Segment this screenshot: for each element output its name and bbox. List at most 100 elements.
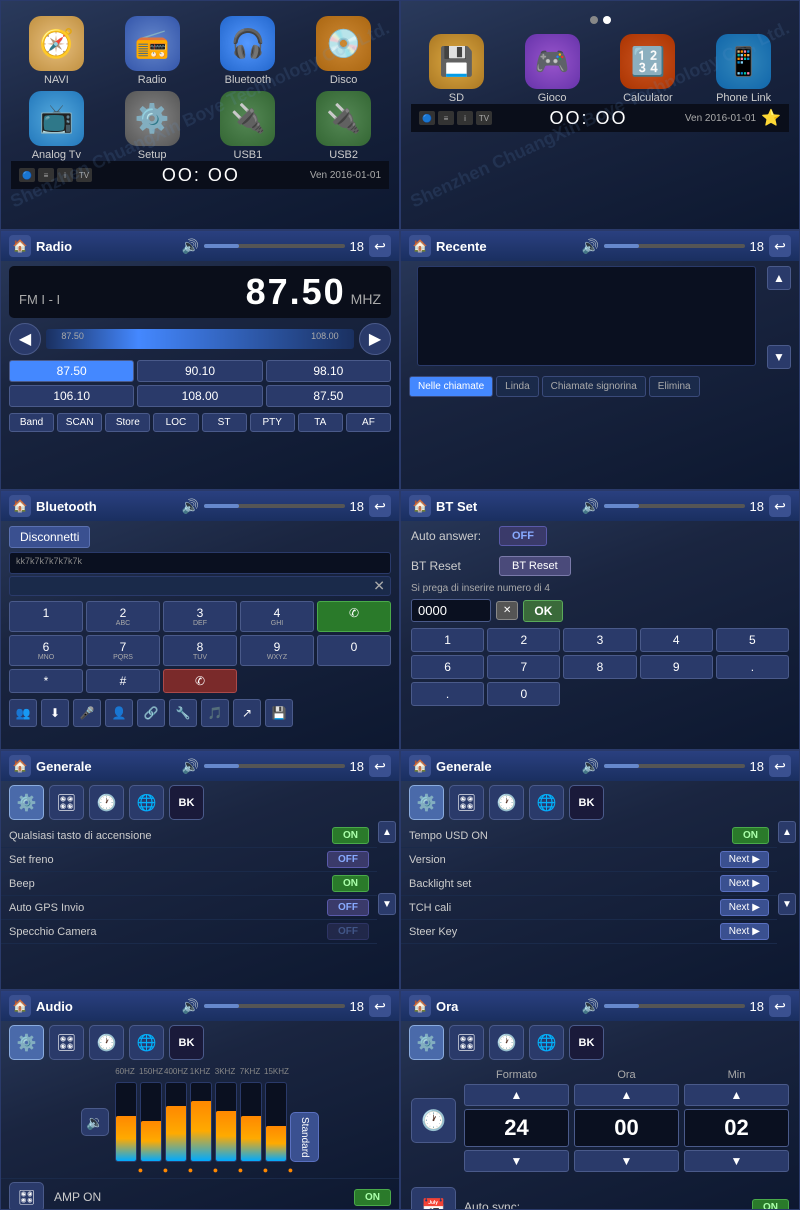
- eq-bar-60[interactable]: [115, 1082, 137, 1162]
- btset-num-6[interactable]: 6: [411, 655, 484, 679]
- bt-action-music[interactable]: 🎵: [201, 699, 229, 727]
- tab-icon-clock-r[interactable]: 🕐: [489, 785, 524, 820]
- pin-clear-btn[interactable]: ✕: [496, 601, 518, 620]
- ora-hora-down[interactable]: ▼: [574, 1150, 679, 1172]
- radio-st-btn[interactable]: ST: [202, 413, 247, 432]
- eq-bar-1k[interactable]: [190, 1082, 212, 1162]
- app-calculator[interactable]: 🔢 Calculator: [603, 34, 694, 104]
- setting-next-r4[interactable]: Next ▶: [720, 923, 769, 940]
- ora-hora-up[interactable]: ▲: [574, 1084, 679, 1106]
- bt-key-1[interactable]: 1: [9, 601, 83, 632]
- bt-action-wrench[interactable]: 🔧: [169, 699, 197, 727]
- btset-num-9[interactable]: 9: [640, 655, 713, 679]
- tab-icon-eq[interactable]: 🎛: [49, 785, 84, 820]
- bt-action-download[interactable]: ⬇: [41, 699, 69, 727]
- radio-scan-btn[interactable]: SCAN: [57, 413, 102, 432]
- recente-scroll-up[interactable]: ▲: [767, 266, 791, 290]
- bt-disconnect-btn[interactable]: Disconnetti: [9, 526, 90, 548]
- tab-icon-clock[interactable]: 🕐: [89, 785, 124, 820]
- radio-band-btn[interactable]: Band: [9, 413, 54, 432]
- bt-key-3[interactable]: 3DEF: [163, 601, 237, 632]
- btset-back-btn[interactable]: ↩: [769, 495, 791, 517]
- bt-action-arrow[interactable]: ↗: [233, 699, 261, 727]
- preset-3[interactable]: 98.10: [266, 360, 391, 382]
- audio-tab-gear[interactable]: ⚙️: [9, 1025, 44, 1060]
- generale-r-scroll-down[interactable]: ▼: [778, 893, 796, 915]
- bt-action-mic[interactable]: 🎤: [73, 699, 101, 727]
- ora-tab-clock[interactable]: 🕐: [489, 1025, 524, 1060]
- ora-formato-up[interactable]: ▲: [464, 1084, 569, 1106]
- pin-ok-btn[interactable]: OK: [523, 600, 563, 622]
- bt-key-hash[interactable]: #: [86, 669, 160, 693]
- eq-bar-400[interactable]: [165, 1082, 187, 1162]
- tune-next-btn[interactable]: ▶: [359, 323, 391, 355]
- ora-tab-gear[interactable]: ⚙️: [409, 1025, 444, 1060]
- audio-volume-slider[interactable]: [204, 1004, 345, 1008]
- app-usb2[interactable]: 🔌 USB2: [298, 91, 389, 161]
- btset-num-5[interactable]: 5: [716, 628, 789, 652]
- tab-icon-gear[interactable]: ⚙️: [9, 785, 44, 820]
- bt-key-9[interactable]: 9WXYZ: [240, 635, 314, 666]
- app-tv[interactable]: 📺 Analog Tv: [11, 91, 102, 161]
- ora-back-btn[interactable]: ↩: [769, 995, 791, 1017]
- btset-auto-answer-toggle[interactable]: OFF: [499, 526, 547, 546]
- eq-bar-15k[interactable]: [265, 1082, 287, 1162]
- audio-back-btn[interactable]: ↩: [369, 995, 391, 1017]
- generale-r-scroll-up[interactable]: ▲: [778, 821, 796, 843]
- radio-loc-btn[interactable]: LOC: [153, 413, 198, 432]
- radio-volume-slider[interactable]: [204, 244, 345, 248]
- radio-back-btn[interactable]: ↩: [369, 235, 391, 257]
- bt-key-6[interactable]: 6MNO: [9, 635, 83, 666]
- bt-home-btn[interactable]: 🏠: [9, 495, 31, 517]
- btset-volume-slider[interactable]: [604, 504, 745, 508]
- eq-volume-icon[interactable]: 🔉: [81, 1108, 109, 1136]
- preset-1[interactable]: 87.50: [9, 360, 134, 382]
- btset-num-dot[interactable]: .: [716, 655, 789, 679]
- preset-5[interactable]: 108.00: [137, 385, 262, 407]
- bt-key-7[interactable]: 7PQRS: [86, 635, 160, 666]
- bt-clear-icon[interactable]: ✕: [373, 578, 385, 595]
- bt-action-person[interactable]: 👤: [105, 699, 133, 727]
- bt-key-star[interactable]: *: [9, 669, 83, 693]
- radio-store-btn[interactable]: Store: [105, 413, 150, 432]
- btset-num-3[interactable]: 3: [563, 628, 636, 652]
- setting-toggle-0[interactable]: ON: [332, 827, 369, 844]
- generale-right-home-btn[interactable]: 🏠: [409, 755, 431, 777]
- btset-num-2[interactable]: 2: [487, 628, 560, 652]
- radio-af-btn[interactable]: AF: [346, 413, 391, 432]
- ora-formato-down[interactable]: ▼: [464, 1150, 569, 1172]
- tuner-bar[interactable]: 87.50 108.00: [46, 329, 354, 349]
- generale-left-home-btn[interactable]: 🏠: [9, 755, 31, 777]
- generale-left-volume-slider[interactable]: [204, 764, 345, 768]
- audio-tab-bk[interactable]: BK: [169, 1025, 204, 1060]
- setting-next-r3[interactable]: Next ▶: [720, 899, 769, 916]
- ora-tab-bk[interactable]: BK: [569, 1025, 604, 1060]
- ora-auto-sync-toggle[interactable]: ON: [752, 1199, 789, 1210]
- audio-tab-globe[interactable]: 🌐: [129, 1025, 164, 1060]
- preset-2[interactable]: 90.10: [137, 360, 262, 382]
- app-gioco[interactable]: 🎮 Gioco: [507, 34, 598, 104]
- app-phonelink[interactable]: 📱 Phone Link: [698, 34, 789, 104]
- bt-action-link[interactable]: 🔗: [137, 699, 165, 727]
- btset-num-dot2[interactable]: .: [411, 682, 484, 706]
- generale-scroll-down[interactable]: ▼: [378, 893, 396, 915]
- btset-num-4[interactable]: 4: [640, 628, 713, 652]
- bt-key-0[interactable]: 0: [317, 635, 391, 666]
- eq-bar-3k[interactable]: [215, 1082, 237, 1162]
- generale-right-volume-slider[interactable]: [604, 764, 745, 768]
- generale-scroll-up[interactable]: ▲: [378, 821, 396, 843]
- tab-icon-bk-r[interactable]: BK: [569, 785, 604, 820]
- bt-key-call[interactable]: ✆: [317, 601, 391, 632]
- audio-tab-eq[interactable]: 🎛: [49, 1025, 84, 1060]
- tab-nelle-chiamate[interactable]: Nelle chiamate: [409, 376, 493, 397]
- setting-toggle-3[interactable]: OFF: [327, 899, 369, 916]
- setting-toggle-1[interactable]: OFF: [327, 851, 369, 868]
- pin-input[interactable]: [411, 599, 491, 622]
- btset-num-1[interactable]: 1: [411, 628, 484, 652]
- eq-bottom-icon[interactable]: 🎛: [9, 1182, 44, 1210]
- app-bluetooth[interactable]: 🎧 Bluetooth: [203, 16, 294, 86]
- setting-next-r2[interactable]: Next ▶: [720, 875, 769, 892]
- ora-min-down[interactable]: ▼: [684, 1150, 789, 1172]
- tab-icon-globe[interactable]: 🌐: [129, 785, 164, 820]
- generale-right-back-btn[interactable]: ↩: [769, 755, 791, 777]
